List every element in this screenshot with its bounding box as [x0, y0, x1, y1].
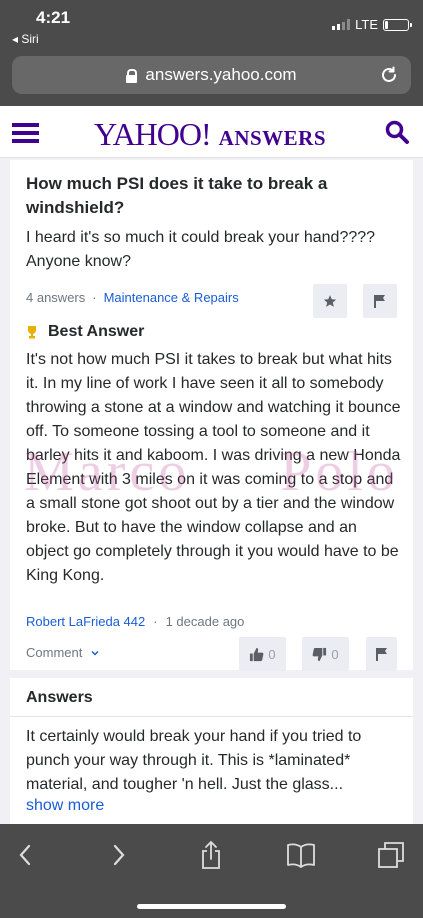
- follow-star-button[interactable]: [313, 284, 347, 318]
- trophy-icon: [28, 325, 36, 338]
- thumbs-down-icon: [312, 647, 327, 661]
- best-answer-meta: Robert LaFrieda 442 · 1 decade ago: [26, 614, 244, 629]
- answers-heading: Answers: [26, 689, 93, 706]
- question-meta: 4 answers · Maintenance & Repairs: [26, 290, 239, 305]
- thumbs-up-icon: [250, 647, 264, 661]
- status-time: 4:21: [36, 8, 71, 27]
- answer-author-link[interactable]: Robert LaFrieda 442: [26, 614, 145, 629]
- best-answer-heading: Best Answer: [26, 323, 144, 341]
- network-label: LTE: [355, 17, 378, 32]
- back-button[interactable]: [10, 840, 40, 870]
- bookmarks-button[interactable]: [286, 840, 316, 870]
- comment-label: Comment: [26, 645, 83, 660]
- share-icon: [202, 840, 220, 869]
- url-text: answers.yahoo.com: [145, 65, 297, 84]
- flag-icon: [375, 648, 387, 661]
- site-header: YAHOO! ANSWERS: [0, 106, 423, 158]
- comment-toggle[interactable]: Comment: [26, 645, 99, 660]
- star-icon: [323, 295, 337, 307]
- yahoo-answers-logo[interactable]: YAHOO! ANSWERS: [94, 116, 326, 153]
- thumbs-down-button[interactable]: 0: [302, 637, 349, 671]
- show-more-link[interactable]: show more: [26, 797, 104, 815]
- answers-section: Answers It certainly would break your ha…: [10, 678, 413, 828]
- book-icon: [287, 843, 315, 868]
- meta-separator: ·: [153, 614, 158, 629]
- forward-button[interactable]: [104, 840, 134, 870]
- logo-yahoo: YAHOO!: [94, 116, 212, 152]
- thumbs-down-count: 0: [331, 646, 339, 662]
- back-to-siri-link[interactable]: ◂ Siri: [12, 32, 39, 46]
- best-answer-text: It's not how much PSI it takes to break …: [26, 351, 401, 584]
- question-card: How much PSI does it take to break a win…: [10, 160, 413, 671]
- answer-text: It certainly would break your hand if yo…: [26, 728, 362, 793]
- category-link[interactable]: Maintenance & Repairs: [104, 290, 239, 305]
- browser-chrome: 4:21 ◂ Siri LTE answers.yahoo.com: [0, 0, 423, 106]
- tabs-icon: [378, 842, 404, 868]
- share-button[interactable]: [196, 840, 226, 870]
- home-indicator[interactable]: [137, 904, 286, 909]
- status-indicators: LTE: [332, 17, 412, 32]
- answer-timestamp: 1 decade ago: [165, 614, 245, 629]
- chevron-right-icon: [113, 844, 125, 866]
- browser-toolbar: [0, 824, 423, 918]
- thumbs-up-count: 0: [268, 646, 276, 662]
- battery-icon: [383, 18, 412, 31]
- reload-icon[interactable]: [379, 65, 399, 85]
- flag-icon: [374, 295, 385, 308]
- chevron-left-icon: [19, 844, 31, 866]
- signal-icon: [332, 19, 351, 30]
- divider: [10, 716, 413, 717]
- thumbs-up-button[interactable]: 0: [239, 637, 286, 671]
- report-answer-button[interactable]: [366, 637, 397, 671]
- report-question-button[interactable]: [363, 284, 397, 318]
- best-answer-label: Best Answer: [48, 323, 145, 340]
- address-bar[interactable]: answers.yahoo.com: [12, 56, 411, 94]
- question-body: I heard it's so much it could break your…: [26, 229, 376, 270]
- lock-icon: [126, 68, 138, 83]
- search-icon[interactable]: [384, 119, 410, 145]
- question-title: How much PSI does it take to break a win…: [26, 174, 328, 217]
- meta-separator: ·: [92, 290, 97, 305]
- answers-count: 4 answers: [26, 290, 86, 305]
- hamburger-icon[interactable]: [12, 123, 39, 143]
- logo-answers: ANSWERS: [218, 126, 327, 150]
- tabs-button[interactable]: [376, 840, 406, 870]
- chevron-down-icon: [91, 650, 99, 656]
